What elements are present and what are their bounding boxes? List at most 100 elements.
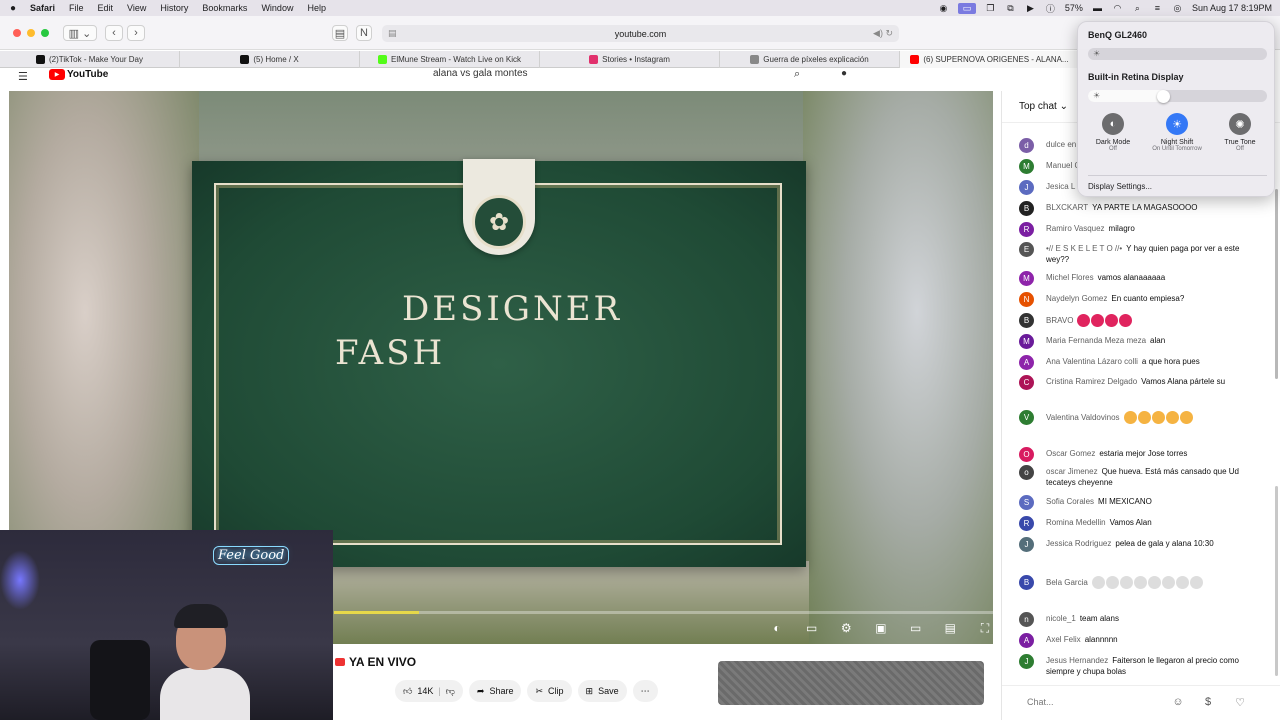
chat-author[interactable]: Ramiro Vasquez [1046, 224, 1105, 233]
chat-author[interactable]: BLXCKART [1046, 203, 1088, 212]
avatar[interactable]: C [1019, 375, 1034, 390]
avatar[interactable]: M [1019, 159, 1034, 174]
avatar[interactable]: R [1019, 516, 1034, 531]
avatar[interactable]: O [1019, 447, 1034, 462]
thumbs-down-icon[interactable]: 👎︎ [446, 686, 455, 697]
avatar[interactable]: A [1019, 633, 1034, 648]
chat-author[interactable]: dulce en [1046, 140, 1076, 149]
screen-mirroring-icon[interactable]: ▭ [957, 2, 976, 14]
tab-x[interactable]: (5) Home / X [180, 51, 360, 68]
chat-author[interactable]: Michel Flores [1046, 273, 1094, 282]
autoplay-toggle-icon[interactable]: ◐ [769, 620, 785, 636]
siri-icon[interactable]: ◎ [1172, 3, 1183, 14]
cast-icon[interactable]: ▤ [942, 620, 958, 636]
monitor2-brightness-knob[interactable] [1157, 89, 1171, 103]
avatar[interactable]: B [1019, 201, 1034, 216]
chat-author[interactable]: Romina Medellin [1046, 518, 1106, 527]
page-menu-icon[interactable]: ▤ [388, 28, 397, 39]
chat-author[interactable]: Sofia Corales [1046, 497, 1094, 506]
avatar[interactable]: M [1019, 334, 1034, 349]
video-progress-bar[interactable] [334, 611, 993, 614]
chat-scrollbar[interactable] [1275, 189, 1278, 379]
avatar[interactable]: B [1019, 313, 1034, 328]
menu-window[interactable]: Window [261, 3, 293, 13]
chat-author[interactable]: nicole_1 [1046, 614, 1076, 623]
search-input[interactable]: alana vs gala montes [433, 68, 528, 79]
address-bar[interactable]: ▤ youtube.com ◀) ↻ [382, 25, 899, 42]
youtube-logo[interactable]: ▶ YouTube [49, 68, 108, 80]
window-minimize-button[interactable] [27, 29, 35, 37]
chat-author[interactable]: oscar Jimenez [1046, 467, 1098, 476]
chat-input[interactable]: Chat... [1027, 697, 1054, 707]
heart-icon[interactable]: ♡ [1233, 695, 1247, 709]
avatar[interactable]: N [1019, 292, 1034, 307]
control-center-icon[interactable]: ≡ [1152, 3, 1163, 14]
tab-tiktok[interactable]: (2)TikTok - Make Your Day [0, 51, 180, 68]
gear-icon[interactable]: ⚙ [838, 620, 854, 636]
avatar[interactable]: R [1019, 222, 1034, 237]
chat-scrollbar-2[interactable] [1275, 486, 1278, 676]
forward-button[interactable]: › [127, 25, 145, 41]
info-icon[interactable]: ⓘ [1045, 3, 1056, 14]
tab-youtube-active[interactable]: (6) SUPERNOVA ORIGENES - ALANA... [900, 51, 1080, 68]
avatar[interactable]: B [1019, 575, 1034, 590]
night-shift-toggle[interactable]: ☀ Night Shift On Until Tomorrow [1150, 113, 1204, 191]
extension-button-2[interactable]: N [356, 25, 372, 41]
window-close-button[interactable] [13, 29, 21, 37]
chat-author[interactable]: Manuel C [1046, 161, 1080, 170]
search-icon[interactable]: ⌕ [794, 68, 800, 81]
gamecontroller-icon[interactable]: ◉ [938, 3, 949, 14]
chat-author[interactable]: Axel Felix [1046, 635, 1081, 644]
copy-icon[interactable]: ⧉ [1005, 3, 1016, 14]
avatar[interactable]: J [1019, 180, 1034, 195]
dark-mode-toggle[interactable]: ◐ Dark Mode Off [1086, 113, 1140, 191]
monitor1-brightness-slider[interactable]: ☀ [1088, 48, 1267, 60]
sidebar-toggle-button[interactable]: ▥ ⌄ [63, 25, 97, 41]
avatar[interactable]: V [1019, 410, 1034, 425]
more-actions-button[interactable]: ⋯ [632, 680, 658, 702]
chat-author[interactable]: Cristina Ramirez Delgado [1046, 377, 1137, 386]
menu-bookmarks[interactable]: Bookmarks [202, 3, 247, 13]
menu-app-name[interactable]: Safari [30, 3, 55, 13]
miniplayer-icon[interactable]: ▣ [873, 620, 889, 636]
window-icon[interactable]: ❐ [985, 3, 996, 14]
emoji-icon[interactable]: ☺ [1171, 695, 1185, 709]
fullscreen-icon[interactable]: ⛶ [977, 620, 993, 636]
microphone-icon[interactable]: ● [841, 68, 847, 79]
tab-pixel-war[interactable]: Guerra de píxeles explicación [720, 51, 900, 68]
play-icon[interactable]: ▶ [1025, 3, 1036, 14]
chat-author[interactable]: Bela Garcia [1046, 578, 1088, 587]
chat-author[interactable]: Ana Valentina Lázaro colli [1046, 357, 1138, 366]
top-chat-dropdown[interactable]: Top chat ⌄ [1019, 101, 1068, 112]
avatar[interactable]: J [1019, 654, 1034, 669]
share-button[interactable]: ➦ Share [468, 680, 522, 702]
menu-edit[interactable]: Edit [98, 3, 114, 13]
avatar[interactable]: A [1019, 355, 1034, 370]
hamburger-menu-icon[interactable]: ☰ [18, 70, 28, 83]
tab-instagram[interactable]: Stories • Instagram [540, 51, 720, 68]
captions-icon[interactable]: ▭ [804, 620, 820, 636]
chat-author[interactable]: Oscar Gomez [1046, 449, 1095, 458]
apple-menu-icon[interactable]: ● [8, 3, 18, 14]
extension-button-1[interactable]: ▤ [332, 25, 348, 41]
chat-author[interactable]: Jessica Rodriguez [1046, 539, 1111, 548]
search-icon[interactable]: ⌕ [1132, 3, 1143, 14]
avatar[interactable]: n [1019, 612, 1034, 627]
chat-author[interactable]: Valentina Valdovinos [1046, 413, 1120, 422]
avatar[interactable]: E [1019, 242, 1034, 257]
chat-author[interactable]: •// E S K E L E T O //• [1046, 244, 1122, 253]
save-button[interactable]: ⊞ Save [577, 680, 627, 702]
theater-mode-icon[interactable]: ▭ [908, 620, 924, 636]
avatar[interactable]: J [1019, 537, 1034, 552]
menu-help[interactable]: Help [307, 3, 326, 13]
avatar[interactable]: S [1019, 495, 1034, 510]
tab-kick[interactable]: ElMune Stream - Watch Live on Kick [360, 51, 540, 68]
true-tone-toggle[interactable]: ✺ True Tone Off [1213, 113, 1267, 191]
window-zoom-button[interactable] [41, 29, 49, 37]
menu-history[interactable]: History [160, 3, 188, 13]
avatar[interactable]: M [1019, 271, 1034, 286]
avatar[interactable]: d [1019, 138, 1034, 153]
monitor2-brightness-slider[interactable]: ☀ [1088, 90, 1267, 102]
chat-author[interactable]: Maria Fernanda Meza meza [1046, 336, 1146, 345]
currency-icon[interactable]: $ [1201, 695, 1215, 709]
